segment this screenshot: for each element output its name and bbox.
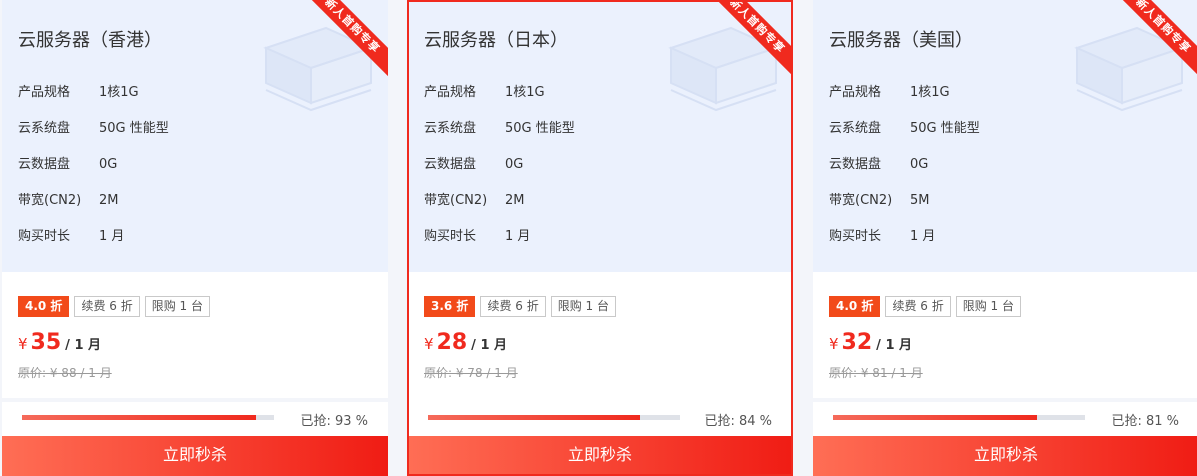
currency-symbol: ¥ <box>829 335 839 353</box>
bandwidth-label: 带宽(CN2) <box>829 193 893 208</box>
sys-disk-value: 50G 性能型 <box>505 121 575 136</box>
spec-row-sys-disk: 云系统盘 50G 性能型 <box>424 117 575 136</box>
sold-percentage: 已抢: 84 % <box>704 414 772 429</box>
sold-progress-bar <box>22 415 274 420</box>
spec-row-duration: 购买时长 1 月 <box>18 225 124 244</box>
spec-row-spec: 产品规格 1核1G <box>18 81 139 100</box>
product-card-usa[interactable]: 新人首购专享 云服务器（美国） 产品规格 1核1G 云系统盘 50G 性能型 云数据… <box>813 0 1197 476</box>
buy-now-button[interactable]: 立即秒杀 <box>2 436 388 476</box>
currency-symbol: ¥ <box>424 335 434 353</box>
bandwidth-value: 2M <box>99 193 119 208</box>
discount-badge: 4.0 折 <box>18 296 70 317</box>
buy-now-button[interactable]: 立即秒杀 <box>409 436 791 474</box>
sys-disk-value: 50G 性能型 <box>99 121 169 136</box>
price-value: 32 <box>841 330 873 355</box>
sys-disk-label: 云系统盘 <box>424 121 477 136</box>
sys-disk-label: 云系统盘 <box>18 121 71 136</box>
original-price: 原价: ¥ 81 / 1 月 <box>829 366 923 380</box>
limit-tag: 限购 1 台 <box>144 296 210 317</box>
duration-value: 1 月 <box>99 229 125 244</box>
sys-disk-value: 50G 性能型 <box>910 121 980 136</box>
duration-label: 购买时长 <box>424 229 477 244</box>
spec-row-data-disk: 云数据盘 0G <box>424 153 523 172</box>
sold-percentage: 已抢: 81 % <box>1111 414 1179 429</box>
sold-progress-bar <box>833 415 1085 420</box>
tag-group: 4.0 折 续费 6 折 限购 1 台 <box>18 296 210 317</box>
data-disk-value: 0G <box>910 157 929 172</box>
limit-tag: 限购 1 台 <box>955 296 1021 317</box>
currency-symbol: ¥ <box>18 335 28 353</box>
price: ¥ 35 / 1 月 <box>18 330 101 355</box>
price-unit: / 1 月 <box>65 338 102 353</box>
discount-badge: 4.0 折 <box>829 296 881 317</box>
spec-value: 1核1G <box>99 85 139 100</box>
limit-tag: 限购 1 台 <box>550 296 616 317</box>
tag-group: 3.6 折 续费 6 折 限购 1 台 <box>424 296 616 317</box>
discount-badge: 3.6 折 <box>424 296 476 317</box>
price: ¥ 32 / 1 月 <box>829 330 912 355</box>
spec-row-duration: 购买时长 1 月 <box>829 225 935 244</box>
bandwidth-value: 5M <box>910 193 930 208</box>
price-unit: / 1 月 <box>471 338 508 353</box>
original-price: 原价: ¥ 88 / 1 月 <box>18 366 112 380</box>
original-price: 原价: ¥ 78 / 1 月 <box>424 366 518 380</box>
data-disk-label: 云数据盘 <box>424 157 477 172</box>
spec-row-data-disk: 云数据盘 0G <box>829 153 928 172</box>
divider <box>2 398 388 402</box>
price-unit: / 1 月 <box>876 338 913 353</box>
bandwidth-label: 带宽(CN2) <box>424 193 488 208</box>
sold-progress-bar <box>428 415 680 420</box>
product-card-hongkong[interactable]: 新人首购专享 云服务器（香港） 产品规格 1核1G 云系统盘 50G 性能型 云数据… <box>2 0 388 476</box>
card-title: 云服务器（日本） <box>424 30 568 51</box>
spec-value: 1核1G <box>910 85 950 100</box>
spec-row-bandwidth: 带宽(CN2) 5M <box>829 189 930 208</box>
duration-value: 1 月 <box>505 229 531 244</box>
card-title: 云服务器（美国） <box>829 30 973 51</box>
spec-row-sys-disk: 云系统盘 50G 性能型 <box>829 117 980 136</box>
data-disk-value: 0G <box>505 157 524 172</box>
price-value: 35 <box>30 330 62 355</box>
sys-disk-label: 云系统盘 <box>829 121 882 136</box>
renew-tag: 续费 6 折 <box>74 296 140 317</box>
sold-percentage: 已抢: 93 % <box>300 414 368 429</box>
spec-value: 1核1G <box>505 85 545 100</box>
renew-tag: 续费 6 折 <box>885 296 951 317</box>
duration-label: 购买时长 <box>829 229 882 244</box>
data-disk-label: 云数据盘 <box>829 157 882 172</box>
spec-row-spec: 产品规格 1核1G <box>424 81 545 100</box>
bandwidth-label: 带宽(CN2) <box>18 193 82 208</box>
spec-label: 产品规格 <box>424 85 477 100</box>
sold-progress-fill <box>833 415 1038 420</box>
tag-group: 4.0 折 续费 6 折 限购 1 台 <box>829 296 1021 317</box>
spec-label: 产品规格 <box>829 85 882 100</box>
spec-row-data-disk: 云数据盘 0G <box>18 153 117 172</box>
price: ¥ 28 / 1 月 <box>424 330 507 355</box>
bandwidth-value: 2M <box>505 193 525 208</box>
data-disk-value: 0G <box>99 157 118 172</box>
spec-row-spec: 产品规格 1核1G <box>829 81 950 100</box>
data-disk-label: 云数据盘 <box>18 157 71 172</box>
sold-progress-fill <box>22 415 257 420</box>
buy-now-button[interactable]: 立即秒杀 <box>813 436 1197 476</box>
renew-tag: 续费 6 折 <box>480 296 546 317</box>
spec-row-bandwidth: 带宽(CN2) 2M <box>18 189 119 208</box>
spec-row-sys-disk: 云系统盘 50G 性能型 <box>18 117 169 136</box>
sold-progress-fill <box>428 415 640 420</box>
divider <box>813 398 1197 402</box>
spec-label: 产品规格 <box>18 85 71 100</box>
card-title: 云服务器（香港） <box>18 30 162 51</box>
duration-label: 购买时长 <box>18 229 71 244</box>
duration-value: 1 月 <box>910 229 936 244</box>
product-card-japan[interactable]: 新人首购专享 云服务器（日本） 产品规格 1核1G 云系统盘 50G 性能型 云数据… <box>407 0 793 476</box>
price-value: 28 <box>436 330 468 355</box>
spec-row-duration: 购买时长 1 月 <box>424 225 530 244</box>
spec-row-bandwidth: 带宽(CN2) 2M <box>424 189 525 208</box>
